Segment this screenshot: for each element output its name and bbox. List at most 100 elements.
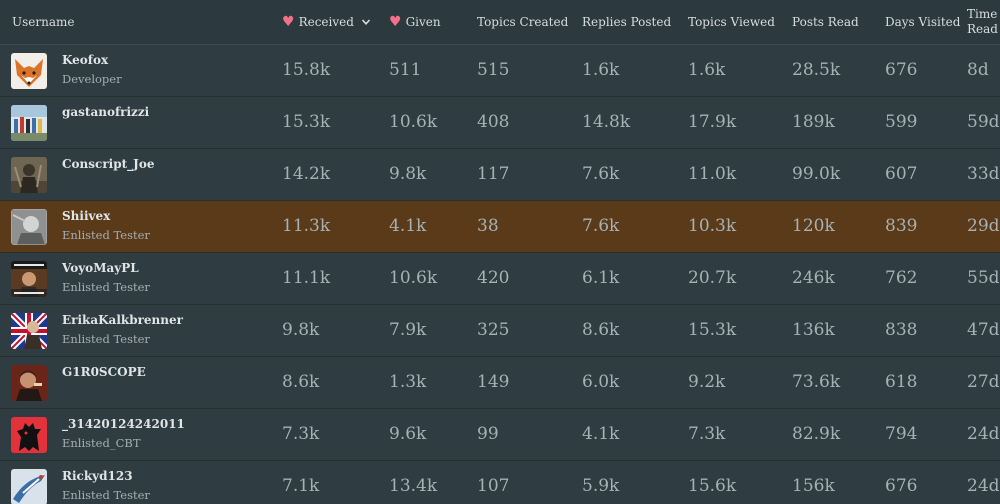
days-visited-value: 838 (885, 320, 918, 340)
replies-posted-value: 5.9k (582, 476, 620, 496)
username-link[interactable]: Conscript_Joe (62, 157, 154, 171)
received-value: 9.8k (282, 320, 320, 340)
jet-avatar[interactable] (11, 469, 47, 504)
time-read-value: 59d (967, 112, 1000, 132)
column-time-read[interactable]: Time Read (967, 0, 998, 44)
posts-read-value: 246k (792, 268, 835, 288)
days-visited-value: 599 (885, 112, 918, 132)
column-topics-created[interactable]: Topics Created (477, 0, 568, 44)
days-visited-value: 839 (885, 216, 918, 236)
replies-posted-value: 6.1k (582, 268, 620, 288)
replies-posted-value: 6.0k (582, 372, 620, 392)
username-link[interactable]: Keofox (62, 53, 108, 67)
column-days-visited[interactable]: Days Visited (885, 0, 960, 44)
topics-created-value: 420 (477, 268, 510, 288)
username-link[interactable]: ErikaKalkbrenner (62, 313, 183, 327)
table-header: Username ♥ Received ♥ Given Topics Creat… (0, 0, 1000, 45)
time-read-value: 33d (967, 164, 1000, 184)
flag-avatar[interactable] (11, 313, 47, 349)
topics-created-value: 325 (477, 320, 510, 340)
days-visited-value: 676 (885, 60, 918, 80)
topics-viewed-value: 20.7k (688, 268, 737, 288)
column-topics-viewed[interactable]: Topics Viewed (688, 0, 775, 44)
table-row[interactable]: Conscript_Joe 14.2k 9.8k 117 7.6k 11.0k … (0, 149, 1000, 201)
table-row[interactable]: G1R0SCOPE 8.6k 1.3k 149 6.0k 9.2k 73.6k … (0, 357, 1000, 409)
column-topics-viewed-label: Topics Viewed (688, 15, 775, 29)
table-row[interactable]: Keofox Developer 15.8k 511 515 1.6k 1.6k… (0, 45, 1000, 97)
column-posts-read[interactable]: Posts Read (792, 0, 859, 44)
time-read-value: 24d (967, 424, 1000, 444)
given-value: 9.8k (389, 164, 427, 184)
soldier-avatar[interactable] (11, 157, 47, 193)
username-link[interactable]: _31420124242011 (62, 417, 185, 431)
posts-read-value: 189k (792, 112, 835, 132)
replies-posted-value: 8.6k (582, 320, 620, 340)
user-title: Developer (62, 72, 122, 86)
user-title: Enlisted Tester (62, 488, 150, 502)
topics-created-value: 515 (477, 60, 510, 80)
given-value: 4.1k (389, 216, 427, 236)
username-link[interactable]: G1R0SCOPE (62, 365, 146, 379)
column-posts-read-label: Posts Read (792, 15, 859, 29)
time-read-value: 24d (967, 476, 1000, 496)
topics-viewed-value: 9.2k (688, 372, 726, 392)
received-value: 15.3k (282, 112, 331, 132)
days-visited-value: 762 (885, 268, 918, 288)
column-given-label: Given (405, 15, 441, 29)
column-given[interactable]: ♥ Given (389, 0, 441, 44)
username-link[interactable]: Shiivex (62, 209, 110, 223)
topics-viewed-value: 17.9k (688, 112, 737, 132)
column-username-label: Username (12, 15, 75, 29)
meme-avatar[interactable] (11, 261, 47, 297)
username-link[interactable]: VoyoMayPL (62, 261, 139, 275)
posts-read-value: 120k (792, 216, 835, 236)
column-time-read-label-2: Read (967, 22, 998, 36)
column-received[interactable]: ♥ Received (282, 0, 371, 44)
topics-viewed-value: 11.0k (688, 164, 737, 184)
time-read-value: 47d (967, 320, 1000, 340)
username-link[interactable]: Rickyd123 (62, 469, 133, 483)
days-visited-value: 618 (885, 372, 918, 392)
days-visited-value: 676 (885, 476, 918, 496)
topics-viewed-value: 15.6k (688, 476, 737, 496)
time-read-value: 27d (967, 372, 1000, 392)
table-row[interactable]: _31420124242011 Enlisted_CBT 7.3k 9.6k 9… (0, 409, 1000, 461)
group-photo-avatar[interactable] (11, 105, 47, 141)
table-row-highlighted[interactable]: Shiivex Enlisted Tester 11.3k 4.1k 38 7.… (0, 201, 1000, 253)
topics-created-value: 149 (477, 372, 510, 392)
given-value: 9.6k (389, 424, 427, 444)
received-value: 14.2k (282, 164, 331, 184)
column-username[interactable]: Username (12, 0, 74, 44)
fox-avatar[interactable] (11, 53, 47, 89)
column-received-label: Received (298, 15, 354, 29)
given-value: 1.3k (389, 372, 427, 392)
received-value: 7.3k (282, 424, 320, 444)
time-read-value: 8d (967, 60, 989, 80)
red-monster-avatar[interactable] (11, 417, 47, 453)
table-row[interactable]: Rickyd123 Enlisted Tester 7.1k 13.4k 107… (0, 461, 1000, 504)
replies-posted-value: 7.6k (582, 216, 620, 236)
column-topics-created-label: Topics Created (477, 15, 569, 29)
topics-created-value: 408 (477, 112, 510, 132)
given-value: 511 (389, 60, 422, 80)
column-replies-posted[interactable]: Replies Posted (582, 0, 671, 44)
table-row[interactable]: ErikaKalkbrenner Enlisted Tester 9.8k 7.… (0, 305, 1000, 357)
replies-posted-value: 14.8k (582, 112, 631, 132)
received-value: 11.3k (282, 216, 331, 236)
user-title: Enlisted Tester (62, 280, 150, 294)
received-value: 11.1k (282, 268, 331, 288)
posts-read-value: 82.9k (792, 424, 841, 444)
days-visited-value: 794 (885, 424, 918, 444)
received-value: 7.1k (282, 476, 320, 496)
heart-icon: ♥ (389, 14, 402, 30)
topics-created-value: 38 (477, 216, 499, 236)
table-row[interactable]: VoyoMayPL Enlisted Tester 11.1k 10.6k 42… (0, 253, 1000, 305)
replies-posted-value: 4.1k (582, 424, 620, 444)
table-row[interactable]: gastanofrizzi 15.3k 10.6k 408 14.8k 17.9… (0, 97, 1000, 149)
posts-read-value: 136k (792, 320, 835, 340)
username-link[interactable]: gastanofrizzi (62, 105, 149, 119)
grayscale-avatar[interactable] (11, 209, 47, 245)
time-read-value: 29d (967, 216, 1000, 236)
user-title: Enlisted Tester (62, 228, 150, 242)
portrait-avatar[interactable] (11, 365, 47, 401)
